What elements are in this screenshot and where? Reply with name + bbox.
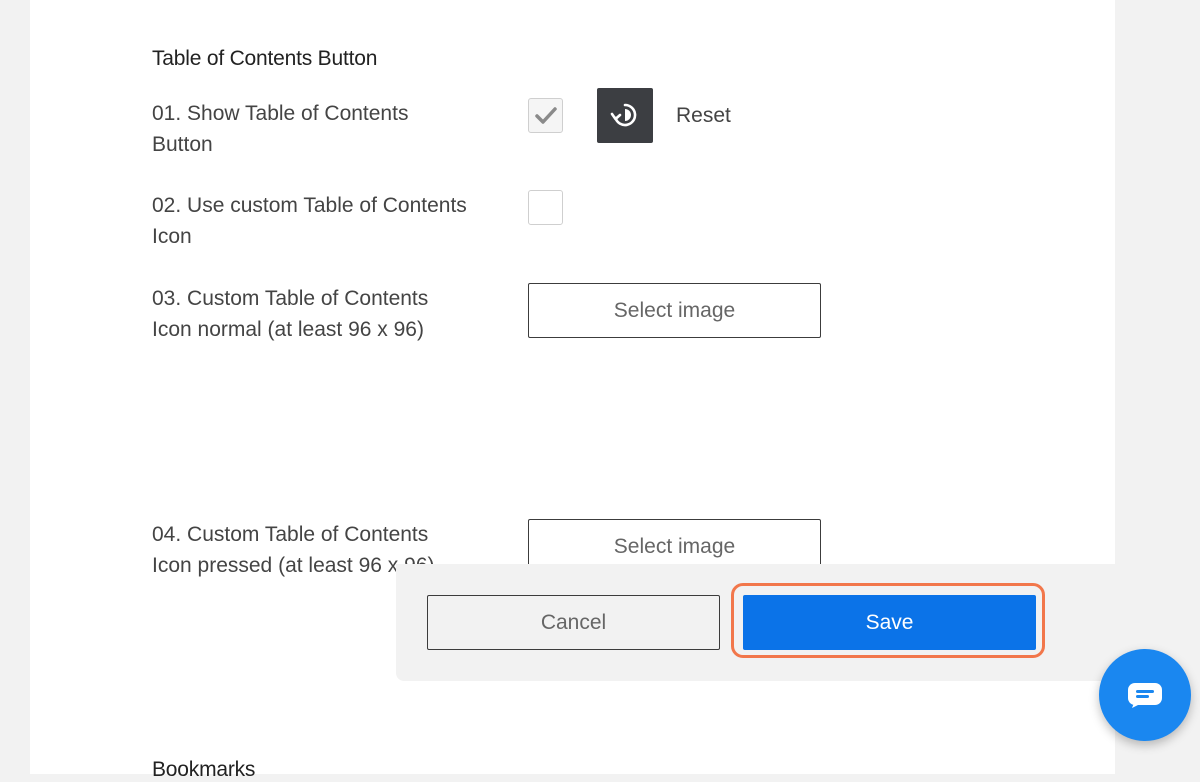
save-button[interactable]: Save bbox=[743, 595, 1036, 650]
chat-button[interactable] bbox=[1099, 649, 1191, 741]
checkmark-icon bbox=[535, 107, 557, 124]
select-image-normal-button[interactable]: Select image bbox=[528, 283, 821, 338]
reset-icon bbox=[610, 103, 637, 127]
chat-icon bbox=[1128, 683, 1162, 708]
cancel-button[interactable]: Cancel bbox=[427, 595, 720, 650]
custom-icon-checkbox[interactable] bbox=[528, 190, 563, 225]
show-toc-checkbox[interactable] bbox=[528, 98, 563, 133]
option-label-show-toc: 01. Show Table of Contents Button bbox=[152, 102, 409, 156]
option-label-custom-icon: 02. Use custom Table of Contents Icon bbox=[152, 194, 467, 248]
option-label-icon-normal: 03. Custom Table of Contents Icon normal… bbox=[152, 287, 429, 341]
reset-label[interactable]: Reset bbox=[676, 104, 731, 128]
reset-button[interactable] bbox=[597, 88, 653, 143]
section-title: Table of Contents Button bbox=[152, 47, 378, 70]
bookmarks-section-title: Bookmarks bbox=[152, 758, 256, 781]
